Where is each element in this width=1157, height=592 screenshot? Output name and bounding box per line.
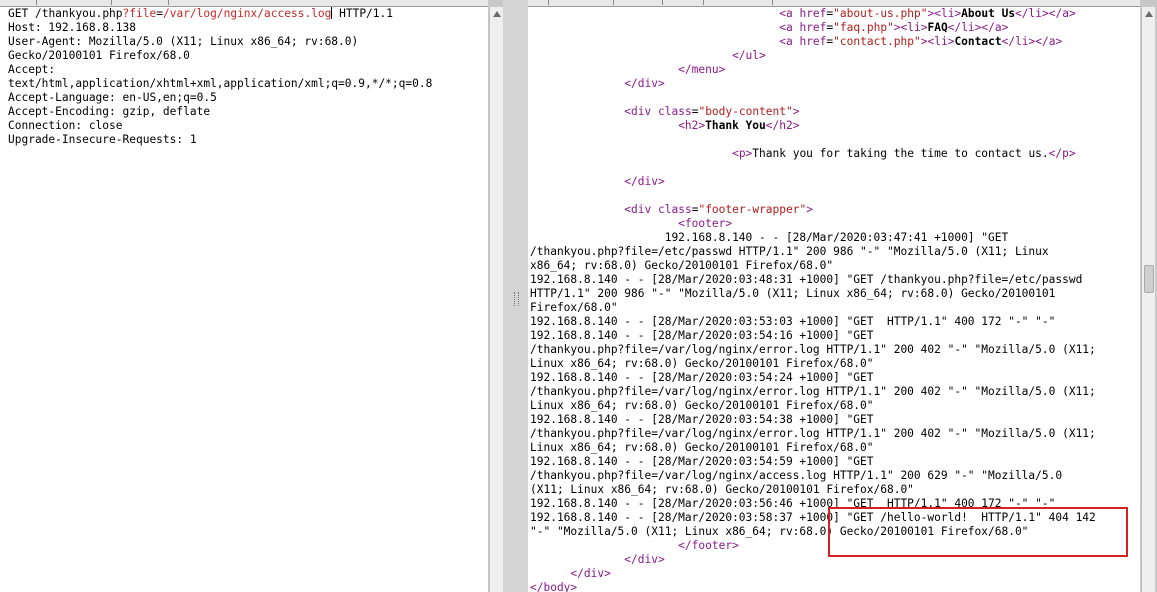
response-text[interactable]: <a href="about-us.php"><li>About Us</li>… <box>530 7 1140 592</box>
log-line: 192.168.8.140 - - [28/Mar/2020:03:47:41 … <box>530 231 1009 244</box>
header-line: User-Agent: Mozilla/5.0 (X11; Linux x86_… <box>8 35 359 48</box>
request-tab[interactable] <box>37 0 112 5</box>
request-tab[interactable] <box>112 0 169 5</box>
pane-splitter[interactable] <box>503 0 528 592</box>
log-line: Linux x86_64; rv:68.0) Gecko/20100101 Fi… <box>530 357 874 370</box>
response-tab[interactable] <box>614 0 663 5</box>
header-line: Accept: <box>8 63 56 76</box>
request-tab-strip <box>0 0 488 7</box>
request-tab[interactable] <box>0 0 37 5</box>
log-line: (X11; Linux x86_64; rv:68.0) Gecko/20100… <box>530 483 914 496</box>
log-line: /thankyou.php?file=/etc/passwd HTTP/1.1"… <box>530 245 1049 258</box>
log-line: /thankyou.php?file=/var/log/nginx/error.… <box>530 427 1096 440</box>
header-line: Gecko/20100101 Firefox/68.0 <box>8 49 190 62</box>
log-line: 192.168.8.140 - - [28/Mar/2020:03:54:38 … <box>530 413 874 426</box>
highlight-annotation-box <box>828 507 1128 557</box>
response-tab[interactable] <box>663 0 704 5</box>
log-line: 192.168.8.140 - - [28/Mar/2020:03:48:31 … <box>530 273 1083 286</box>
heading-line: <h2>Thank You</h2> <box>678 119 800 132</box>
request-scrollbar[interactable] <box>489 7 503 592</box>
header-line: Connection: close <box>8 119 123 132</box>
response-tab[interactable] <box>528 0 549 5</box>
header-line: text/html,application/xhtml+xml,applicat… <box>8 77 433 90</box>
menu-item-line: <a href="about-us.php"><li>About Us</li>… <box>779 7 1076 20</box>
log-line: x86_64; rv:68.0) Gecko/20100101 Firefox/… <box>530 259 834 272</box>
header-line: Accept-Encoding: gzip, deflate <box>8 105 211 118</box>
header-line: Accept-Language: en-US,en;q=0.5 <box>8 91 217 104</box>
menu-item-line: <a href="faq.php"><li>FAQ</li></a> <box>779 21 1009 34</box>
request-line: GET /thankyou.php?file=/var/log/nginx/ac… <box>8 7 393 20</box>
log-line: /thankyou.php?file=/var/log/nginx/error.… <box>530 343 1096 356</box>
response-scrollbar[interactable] <box>1141 7 1155 592</box>
splitter-grip-icon[interactable] <box>514 292 519 306</box>
log-line: Firefox/68.0" <box>530 301 618 314</box>
response-tab[interactable] <box>549 0 614 5</box>
log-line: Linux x86_64; rv:68.0) Gecko/20100101 Fi… <box>530 399 874 412</box>
paragraph-line: <p>Thank you for taking the time to cont… <box>732 147 1076 160</box>
response-tab[interactable] <box>704 0 773 5</box>
log-line: 192.168.8.140 - - [28/Mar/2020:03:54:59 … <box>530 455 874 468</box>
response-viewer-pane[interactable]: <a href="about-us.php"><li>About Us</li>… <box>528 0 1140 592</box>
scroll-up-arrow-icon[interactable] <box>493 11 501 17</box>
log-line: 192.168.8.140 - - [28/Mar/2020:03:54:24 … <box>530 371 874 384</box>
request-editor-pane[interactable]: GET /thankyou.php?file=/var/log/nginx/ac… <box>0 0 488 592</box>
response-tab-strip <box>528 0 1140 7</box>
header-line: Upgrade-Insecure-Requests: 1 <box>8 133 197 146</box>
scroll-up-arrow-icon[interactable] <box>1145 11 1153 17</box>
scrollbar-thumb[interactable] <box>1144 265 1154 293</box>
log-line: /thankyou.php?file=/var/log/nginx/access… <box>530 469 1063 482</box>
header-line: Host: 192.168.8.138 <box>8 21 136 34</box>
body-content-div: <div class="body-content"> <box>624 105 800 118</box>
footer-wrapper-div: <div class="footer-wrapper"> <box>624 203 813 216</box>
log-line: HTTP/1.1" 200 986 "-" "Mozilla/5.0 (X11;… <box>530 287 1056 300</box>
menu-item-line: <a href="contact.php"><li>Contact</li></… <box>779 35 1063 48</box>
log-line: Linux x86_64; rv:68.0) Gecko/20100101 Fi… <box>530 441 874 454</box>
log-line: /thankyou.php?file=/var/log/nginx/error.… <box>530 385 1096 398</box>
log-line: 192.168.8.140 - - [28/Mar/2020:03:53:03 … <box>530 315 1056 328</box>
log-line: 192.168.8.140 - - [28/Mar/2020:03:54:16 … <box>530 329 874 342</box>
request-text[interactable]: GET /thankyou.php?file=/var/log/nginx/ac… <box>8 7 488 147</box>
